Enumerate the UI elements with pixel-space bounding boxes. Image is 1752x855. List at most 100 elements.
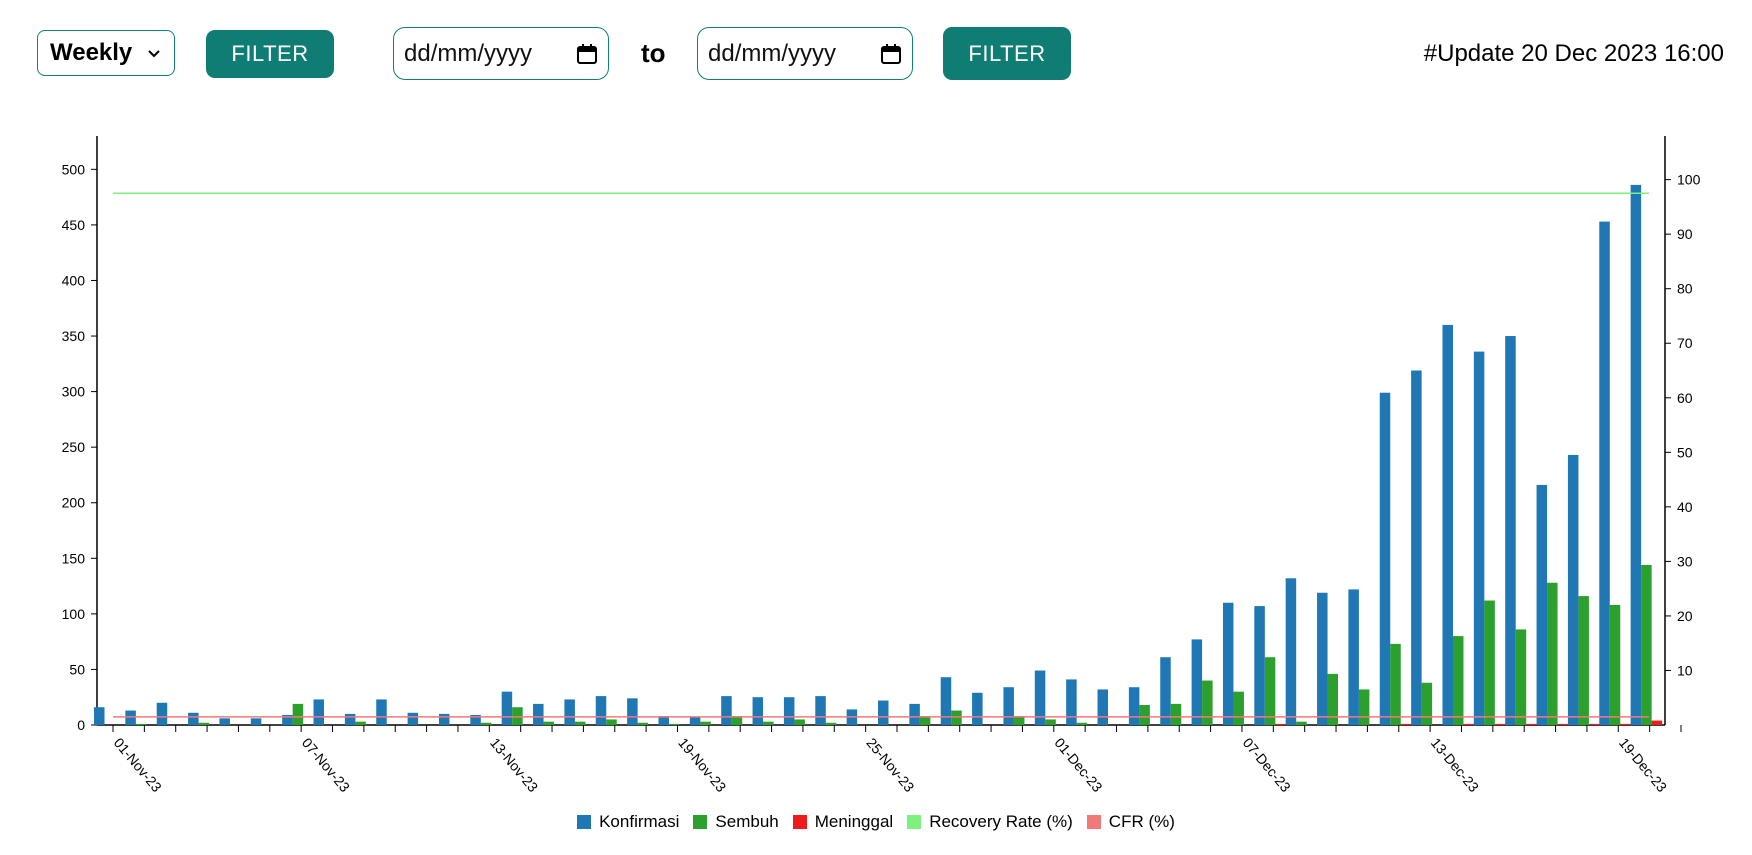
bar-konfirmasi <box>501 691 513 725</box>
bar-konfirmasi <box>689 717 701 725</box>
bar-konfirmasi <box>1567 454 1579 725</box>
bar-sembuh <box>1578 596 1589 725</box>
covid-chart: 0 50 100 150 200 250 300 350 400 450 500 10 20 30 40 50… <box>62 136 1701 796</box>
x-tick-label: 13-Dec-23 <box>1428 735 1482 796</box>
bar-konfirmasi <box>721 696 732 725</box>
x-tick-label: 07-Nov-23 <box>299 735 353 796</box>
bar-sembuh <box>1139 704 1150 725</box>
right-tick-label: 20 <box>1677 608 1693 624</box>
bar-sembuh <box>1547 582 1558 725</box>
bar-sembuh <box>355 721 366 725</box>
bar-sembuh <box>480 722 492 725</box>
bar-konfirmasi <box>752 697 764 725</box>
bar-konfirmasi <box>1442 324 1453 725</box>
bar-konfirmasi <box>250 718 262 725</box>
bar-konfirmasi <box>1473 351 1485 725</box>
bar-konfirmasi <box>1630 184 1642 725</box>
bar-konfirmasi <box>94 707 105 725</box>
bar-sembuh <box>668 723 680 725</box>
right-tick-label: 50 <box>1677 444 1693 460</box>
bar-sembuh <box>1076 722 1088 725</box>
x-tick-label: 13-Nov-23 <box>487 735 541 796</box>
bar-konfirmasi <box>1003 687 1014 725</box>
left-tick-label: 300 <box>62 384 86 400</box>
right-tick-label: 60 <box>1677 390 1693 406</box>
bar-konfirmasi <box>1128 687 1140 725</box>
left-tick-label: 150 <box>62 550 86 566</box>
bar-konfirmasi <box>1191 639 1203 725</box>
bar-konfirmasi <box>1411 370 1422 725</box>
legend-swatch <box>1086 815 1101 829</box>
legend-label: Konfirmasi <box>599 812 680 831</box>
legend-label: CFR (%) <box>1108 812 1175 831</box>
bar-sembuh <box>700 721 711 725</box>
bar-sembuh <box>198 722 210 725</box>
bar-sembuh <box>1296 721 1307 725</box>
legend-label: Sembuh <box>715 812 779 831</box>
bar-sembuh <box>1264 657 1276 725</box>
bar-sembuh <box>1452 636 1464 725</box>
bar-sembuh <box>292 703 304 725</box>
left-tick-label: 50 <box>69 661 85 677</box>
bar-konfirmasi <box>344 713 356 725</box>
bar-sembuh <box>574 721 586 725</box>
bar-sembuh <box>1609 604 1621 725</box>
bar-konfirmasi <box>1222 602 1234 725</box>
right-tick-label: 80 <box>1677 281 1693 297</box>
bar-konfirmasi <box>909 703 920 725</box>
x-tick-label: 01-Dec-23 <box>1052 735 1106 796</box>
legend-swatch <box>907 815 922 829</box>
bar-sembuh <box>606 719 617 725</box>
bar-meninggal <box>1620 723 1631 725</box>
legend-label: Recovery Rate (%) <box>929 812 1073 831</box>
bar-sembuh <box>637 722 649 725</box>
bar-konfirmasi <box>219 718 230 725</box>
right-tick-label: 30 <box>1677 553 1693 569</box>
bar-sembuh <box>1390 643 1401 725</box>
bar-konfirmasi <box>438 713 450 725</box>
legend-item: CFR (%) <box>1086 812 1175 832</box>
legend-item: Meninggal <box>792 812 893 832</box>
bar-meninggal <box>1651 720 1663 725</box>
bar-konfirmasi <box>1536 484 1548 725</box>
bar-meninggal <box>1494 723 1506 725</box>
legend-swatch <box>577 815 592 829</box>
chart-legend: Konfirmasi Sembuh Meninggal Recovery Rate (… <box>0 812 1752 832</box>
bar-konfirmasi <box>564 699 575 725</box>
legend-item: Sembuh <box>693 812 779 832</box>
right-tick-label: 40 <box>1677 499 1693 515</box>
x-tick-label: 19-Dec-23 <box>1616 735 1670 796</box>
bar-sembuh <box>825 722 837 725</box>
legend-item: Recovery Rate (%) <box>907 812 1073 832</box>
bar-sembuh <box>1202 680 1213 725</box>
left-tick-label: 0 <box>77 717 85 733</box>
bar-konfirmasi <box>595 696 607 725</box>
legend-swatch <box>693 815 708 829</box>
legend-swatch <box>792 815 807 829</box>
bar-sembuh <box>1484 600 1495 725</box>
right-tick-label: 10 <box>1677 662 1693 678</box>
bar-konfirmasi <box>1317 592 1328 725</box>
bar-konfirmasi <box>815 696 826 725</box>
bar-sembuh <box>1421 682 1433 725</box>
bar-sembuh <box>951 710 962 725</box>
bar-konfirmasi <box>533 703 544 725</box>
bar-konfirmasi <box>783 697 795 725</box>
left-tick-label: 350 <box>62 328 86 344</box>
bar-konfirmasi <box>627 698 638 725</box>
right-tick-label: 70 <box>1677 335 1693 351</box>
right-tick-label: 90 <box>1677 226 1693 242</box>
legend-item: Konfirmasi <box>577 812 679 832</box>
bar-konfirmasi <box>407 712 419 725</box>
bar-meninggal <box>1275 723 1286 725</box>
bar-konfirmasi <box>878 700 889 725</box>
bar-sembuh <box>1358 689 1370 725</box>
bar-konfirmasi <box>1285 578 1297 725</box>
bar-sembuh <box>135 723 147 725</box>
bar-konfirmasi <box>1348 589 1359 725</box>
bar-konfirmasi <box>1160 657 1171 725</box>
bar-meninggal <box>1400 723 1412 725</box>
bar-konfirmasi <box>1505 336 1516 725</box>
x-tick-label: 01-Nov-23 <box>111 735 165 796</box>
x-tick-label: 07-Dec-23 <box>1240 735 1294 796</box>
